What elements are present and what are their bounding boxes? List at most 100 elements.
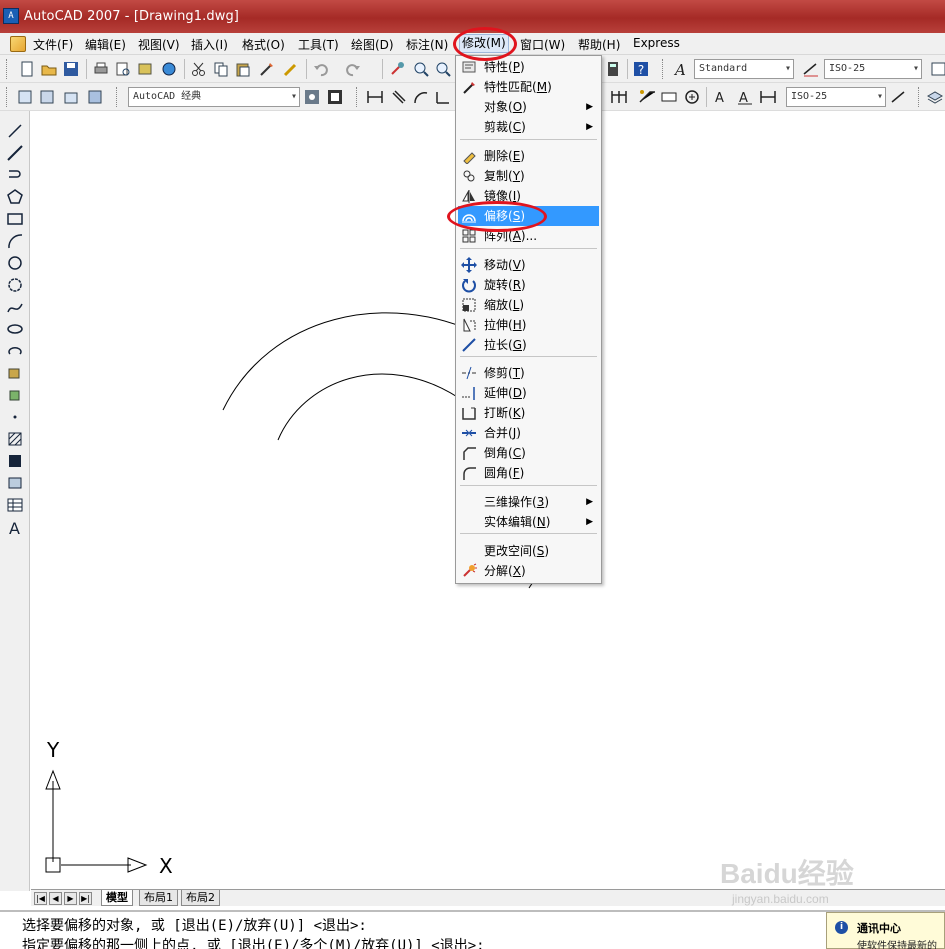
- layer-tools-icon[interactable]: [62, 88, 80, 106]
- zoom-realtime-icon[interactable]: [412, 60, 430, 78]
- menu-item-break[interactable]: 打断(K): [458, 403, 599, 423]
- copy-clip-icon[interactable]: [212, 60, 230, 78]
- menu-insert[interactable]: 插入(I): [191, 36, 228, 53]
- menu-item-mirror[interactable]: 镜像(I): [458, 186, 599, 206]
- line-icon[interactable]: [6, 122, 24, 140]
- menu-item-lengthen[interactable]: 拉长(G): [458, 335, 599, 355]
- menu-item-scale[interactable]: 缩放(L): [458, 295, 599, 315]
- toolpalette-icon[interactable]: [86, 88, 104, 106]
- workspace-combo[interactable]: AutoCAD 经典: [128, 87, 300, 107]
- menu-item-join[interactable]: 合并(J): [458, 423, 599, 443]
- menu-item-submenu-3[interactable]: 剪裁(C) ▶: [458, 117, 599, 137]
- match-brush-icon[interactable]: [258, 60, 276, 78]
- menu-item-match-properties[interactable]: 特性匹配(M): [458, 77, 599, 97]
- construction-line-icon[interactable]: [6, 144, 24, 162]
- menu-item-stretch[interactable]: 拉伸(H): [458, 315, 599, 335]
- arc-length-icon[interactable]: [412, 88, 430, 106]
- calculator-icon[interactable]: [604, 60, 622, 78]
- menu-item-explode[interactable]: 分解(X): [458, 561, 599, 581]
- make-block-icon[interactable]: [6, 386, 24, 404]
- plot-preview-icon[interactable]: [114, 60, 132, 78]
- menu-item-array[interactable]: 阵列(A)...: [458, 226, 599, 246]
- autocad-icon[interactable]: A: [3, 8, 19, 24]
- print-icon[interactable]: [92, 60, 110, 78]
- help-icon[interactable]: ?: [632, 60, 650, 78]
- menu-format[interactable]: 格式(O): [242, 36, 285, 53]
- save-icon[interactable]: [62, 60, 80, 78]
- polygon-icon[interactable]: [6, 188, 24, 206]
- region-icon[interactable]: [6, 474, 24, 492]
- multiline-text-icon[interactable]: A: [6, 519, 24, 537]
- last-tab-button[interactable]: ▶|: [79, 892, 92, 905]
- zoom-window-icon[interactable]: [434, 60, 452, 78]
- point-icon[interactable]: [6, 408, 24, 426]
- spline-icon[interactable]: [6, 298, 24, 316]
- dim-update-icon[interactable]: [759, 88, 777, 106]
- first-tab-button[interactable]: |◀: [34, 892, 47, 905]
- menu-item-submenu-21[interactable]: 实体编辑(N) ▶: [458, 512, 599, 532]
- menu-item-offset[interactable]: 偏移(S): [458, 206, 599, 226]
- command-line[interactable]: 选择要偏移的对象, 或 [退出(E)/放弃(U)] <退出>: 指定要偏移的那一…: [0, 910, 945, 949]
- center-mark-icon[interactable]: [683, 88, 701, 106]
- ellipse-icon[interactable]: [6, 320, 24, 338]
- new-icon[interactable]: [18, 60, 36, 78]
- menu-window[interactable]: 窗口(W): [520, 36, 565, 53]
- menu-item-move[interactable]: 移动(V): [458, 255, 599, 275]
- polyline-icon[interactable]: [6, 166, 24, 184]
- menu-dimension[interactable]: 标注(N): [406, 36, 448, 53]
- continue-dim-icon[interactable]: [610, 88, 628, 106]
- menu-item-rotate[interactable]: 旋转(R): [458, 275, 599, 295]
- ellipse-arc-icon[interactable]: [6, 342, 24, 360]
- menu-express[interactable]: Express: [633, 36, 680, 50]
- redo-icon[interactable]: [344, 60, 362, 78]
- menu-item-submenu-2[interactable]: 对象(O) ▶: [458, 97, 599, 117]
- dim-text-edit-icon[interactable]: A: [736, 88, 754, 106]
- workspace-settings-icon[interactable]: [303, 88, 321, 106]
- next-tab-button[interactable]: ▶: [64, 892, 77, 905]
- pan-icon[interactable]: [388, 60, 406, 78]
- dim-style-combo-2[interactable]: ISO-25: [786, 87, 886, 107]
- dim-style-icon[interactable]: [802, 60, 820, 78]
- prev-tab-button[interactable]: ◀: [49, 892, 62, 905]
- menu-edit[interactable]: 编辑(E): [85, 36, 126, 53]
- gradient-icon[interactable]: [6, 452, 24, 470]
- menu-item-submenu-22[interactable]: 更改空间(S): [458, 541, 599, 561]
- menu-modify[interactable]: 修改(M): [459, 34, 509, 53]
- revision-cloud-icon[interactable]: [6, 276, 24, 294]
- layer-states-icon[interactable]: [38, 88, 56, 106]
- linear-dim-icon[interactable]: [366, 88, 384, 106]
- rectangle-icon[interactable]: [6, 210, 24, 228]
- paste-icon[interactable]: [234, 60, 252, 78]
- publish-icon[interactable]: [136, 60, 154, 78]
- table-icon[interactable]: [6, 496, 24, 514]
- document-icon[interactable]: [10, 36, 26, 52]
- text-style-combo[interactable]: Standard: [694, 59, 794, 79]
- dim-edit-icon[interactable]: A: [712, 88, 730, 106]
- ordinate-dim-icon[interactable]: [434, 88, 452, 106]
- dim-style-manager-icon[interactable]: [890, 88, 908, 106]
- tab-layout1[interactable]: 布局1: [139, 890, 178, 906]
- comm-center-balloon[interactable]: i 通讯中心 使软件保持最新的: [826, 912, 945, 949]
- menu-help[interactable]: 帮助(H): [578, 36, 620, 53]
- tolerance-icon[interactable]: [660, 88, 678, 106]
- menu-file[interactable]: 文件(F): [33, 36, 73, 53]
- menu-item-copy[interactable]: 复制(Y): [458, 166, 599, 186]
- leader-icon[interactable]: [638, 88, 656, 106]
- table-style-icon[interactable]: [930, 60, 945, 78]
- menu-item-properties[interactable]: 特性(P): [458, 57, 599, 77]
- dim-style-combo[interactable]: ISO-25: [824, 59, 922, 79]
- toolbar-grip[interactable]: [6, 59, 9, 79]
- aligned-dim-icon[interactable]: [390, 88, 408, 106]
- menu-item-erase[interactable]: 删除(E): [458, 146, 599, 166]
- my-workspace-icon[interactable]: [326, 88, 344, 106]
- block-editor-icon[interactable]: [282, 60, 300, 78]
- insert-block-icon[interactable]: [6, 364, 24, 382]
- open-icon[interactable]: [40, 60, 58, 78]
- undo-icon[interactable]: [312, 60, 330, 78]
- text-style-icon[interactable]: A: [672, 60, 690, 78]
- globe-icon[interactable]: [160, 60, 178, 78]
- menu-item-submenu-20[interactable]: 三维操作(3) ▶: [458, 492, 599, 512]
- circle-icon[interactable]: [6, 254, 24, 272]
- menu-draw[interactable]: 绘图(D): [351, 36, 394, 53]
- menu-item-chamfer[interactable]: 倒角(C): [458, 443, 599, 463]
